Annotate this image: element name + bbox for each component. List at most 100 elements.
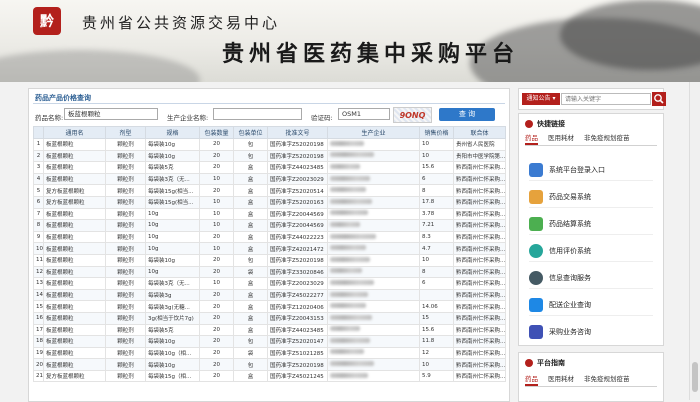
cell-approval: 国药准字Z52020198 (267, 358, 328, 371)
link-info-query[interactable]: 信息查询服务 (529, 268, 653, 289)
cell-unit: 包 (233, 138, 268, 151)
drug-name-input[interactable]: 板蓝根颗粒 (64, 108, 158, 120)
table-row[interactable]: 5 复方板蓝根颗粒 颗粒剂 每袋装15g(相当... 20 盒国药准字Z52020514 8… (33, 184, 506, 197)
redacted-text (330, 349, 364, 355)
redacted-text (330, 163, 360, 169)
cell-form: 颗粒剂 (105, 242, 146, 255)
cell-name: 板蓝根颗粒 (43, 219, 106, 232)
link-system-login[interactable]: 系统平台登录入口 (529, 160, 653, 181)
cell-union: 黔西南州仁怀采购... (453, 219, 506, 232)
cell-union: 黔西南州仁怀采购... (453, 346, 506, 360)
table-row[interactable]: 17 板蓝根颗粒 颗粒剂 每袋装5克 20 盒国药准字Z44023485 15.6 黔西南州仁… (33, 323, 506, 337)
cell-price: 8 (419, 184, 454, 197)
cell-form: 颗粒剂 (105, 207, 146, 221)
cell-spec: 每袋装15g（相... (145, 369, 200, 383)
tab-medical-consumables[interactable]: 医用耗材 (548, 132, 574, 145)
cell-qty: 20 (199, 161, 234, 174)
cell-name: 复方板蓝根颗粒 (43, 195, 106, 209)
redacted-company-cell (327, 207, 420, 221)
cell-name: 板蓝根颗粒 (43, 323, 106, 337)
table-row[interactable]: 19 板蓝根颗粒 颗粒剂 每袋装10g（相... 20 袋国药准字Z51021285 12 黔… (33, 346, 506, 360)
tab-medical-consumables[interactable]: 医用耗材 (548, 373, 574, 386)
link-drug-trading[interactable]: 药品交易系统 (529, 187, 653, 208)
price-table: 通用名 剂型 规格 包装数量 包装单位 批准文号 生产企业 销售价格 联合体 1 板蓝根颗粒 颗粒剂… (33, 126, 506, 383)
cell-approval: 国药准字Z52020198 (267, 253, 328, 267)
cell-union: 黔西南州仁怀采购... (453, 242, 506, 255)
table-row[interactable]: 9 板蓝根颗粒 颗粒剂 10g 20 盒国药准字Z44022223 8.3 黔西南州仁怀采购.… (33, 230, 506, 244)
table-row[interactable]: 20 板蓝根颗粒 颗粒剂 每袋装10g 20 包国药准字Z52020198 10 黔西南州仁怀… (33, 358, 506, 371)
tab-drugs[interactable]: 药品 (525, 132, 538, 145)
cell-n: 2 (33, 149, 44, 163)
cell-spec: 3g(相当于饮片7g) (145, 311, 200, 325)
link-credit-evaluation[interactable]: 信用评价系统 (529, 241, 653, 262)
table-row[interactable]: 21 复方板蓝根颗粒 颗粒剂 每袋装15g（相... 20 盒国药准字Z45021245 5… (33, 369, 506, 383)
cell-form: 颗粒剂 (105, 288, 146, 302)
table-row[interactable]: 12 板蓝根颗粒 颗粒剂 10g 20 袋国药准字Z33020846 8 黔西南州仁怀采购..… (33, 265, 506, 279)
table-row[interactable]: 11 板蓝根颗粒 颗粒剂 每袋装10g 20 包国药准字Z52020198 10 黔西南州仁怀… (33, 253, 506, 267)
company-label: 生产企业名称: (167, 114, 209, 122)
tab-non-immunization-vaccines[interactable]: 非免疫规划疫苗 (584, 373, 630, 386)
link-procurement-consult[interactable]: 采购业务咨询 (529, 322, 653, 342)
company-input[interactable] (213, 108, 302, 120)
redacted-company-cell (327, 277, 420, 290)
cell-price: 6 (419, 277, 454, 290)
table-row[interactable]: 7 板蓝根颗粒 颗粒剂 10g 10 盒国药准字Z20044569 3.78 黔西南州仁怀采购… (33, 207, 506, 221)
link-label: 系统平台登录入口 (549, 166, 605, 174)
cell-unit: 袋 (233, 265, 268, 279)
cell-name: 复方板蓝根颗粒 (43, 369, 106, 383)
redacted-text (330, 140, 364, 146)
link-label: 信息查询服务 (549, 274, 591, 282)
cell-price: 8.3 (419, 230, 454, 244)
redacted-text (330, 291, 368, 297)
cell-unit: 盒 (233, 277, 268, 290)
cell-spec: 每袋装10g (145, 138, 200, 151)
table-row[interactable]: 13 板蓝根颗粒 颗粒剂 每袋装3克（无... 10 盒国药准字Z20023029 6 黔西南… (33, 277, 506, 290)
notice-category-select[interactable]: 通知公告 ▾ (522, 93, 560, 105)
cell-price: 7.21 (419, 219, 454, 232)
scrollbar-thumb[interactable] (692, 362, 698, 392)
table-row[interactable]: 15 板蓝根颗粒 颗粒剂 每袋装3g(无糖... 20 盒国药准字Z12020406 14.… (33, 300, 506, 313)
keyword-search-input[interactable] (561, 93, 651, 105)
cell-qty: 10 (199, 172, 234, 186)
cell-form: 颗粒剂 (105, 253, 146, 267)
divider (33, 103, 505, 104)
cell-n: 14 (33, 288, 44, 302)
table-row[interactable]: 8 板蓝根颗粒 颗粒剂 10g 10 盒国药准字Z20044569 7.21 黔西南州仁怀采购… (33, 219, 506, 232)
link-delivery-company[interactable]: 配送企业查询 (529, 295, 653, 316)
captcha-input[interactable]: OSM1 (338, 108, 390, 120)
table-row[interactable]: 6 复方板蓝根颗粒 颗粒剂 每袋装15g(相当... 10 盒国药准字Z52020163 1… (33, 195, 506, 209)
redacted-company-cell (327, 265, 420, 279)
cell-n: 18 (33, 335, 44, 348)
cell-spec: 10g (145, 207, 200, 221)
table-row[interactable]: 3 板蓝根颗粒 颗粒剂 每袋装5克 20 盒国药准字Z44023485 15.6 黔西南州仁怀… (33, 161, 506, 174)
table-row[interactable]: 18 板蓝根颗粒 颗粒剂 每袋装10g 20 包国药准字Z52020147 11.8 黔西南州… (33, 335, 506, 348)
cell-qty: 20 (199, 184, 234, 197)
cell-spec: 每袋装10g (145, 253, 200, 267)
table-row[interactable]: 14 板蓝根颗粒 颗粒剂 每袋装3g 20 盒国药准字Z45022277 黔西南州仁怀采购.… (33, 288, 506, 302)
link-drug-settlement[interactable]: 药品结算系统 (529, 214, 653, 235)
table-row[interactable]: 16 板蓝根颗粒 颗粒剂 3g(相当于饮片7g) 20 盒国药准字Z20043153 15 黔… (33, 311, 506, 325)
redacted-text (330, 187, 366, 193)
redacted-company-cell (327, 172, 420, 186)
link-label: 采购业务咨询 (549, 328, 591, 336)
captcha-image[interactable]: 9ONQ (393, 107, 432, 123)
cell-union: 贵州省人民医院 (453, 138, 506, 151)
cell-unit: 盒 (233, 195, 268, 209)
table-row[interactable]: 4 板蓝根颗粒 颗粒剂 每袋装3克（无... 10 盒国药准字Z20023029 6 黔西南州… (33, 172, 506, 186)
cell-approval: 国药准字Z51021285 (267, 346, 328, 360)
search-button[interactable] (652, 92, 666, 106)
table-row[interactable]: 10 板蓝根颗粒 颗粒剂 10g 10 盒国药准字Z42021472 4.7 黔西南州仁怀采购… (33, 242, 506, 255)
table-row[interactable]: 1 板蓝根颗粒 颗粒剂 每袋装10g 20 包国药准字Z52020198 10 贵州省人民医院 (33, 138, 506, 151)
cell-name: 板蓝根颗粒 (43, 346, 106, 360)
cell-n: 16 (33, 311, 44, 325)
table-row[interactable]: 2 板蓝根颗粒 颗粒剂 每袋装10g 20 包国药准字Z52020198 10 贵阳市中医学院… (33, 149, 506, 163)
query-button[interactable]: 查 询 (439, 108, 495, 121)
redacted-text (330, 303, 366, 309)
page-scrollbar[interactable] (689, 82, 700, 400)
cell-approval: 国药准字Z44023485 (267, 323, 328, 337)
tab-drugs[interactable]: 药品 (525, 373, 538, 386)
cell-form: 颗粒剂 (105, 172, 146, 186)
tab-non-immunization-vaccines[interactable]: 非免疫规划疫苗 (584, 132, 630, 145)
cell-spec: 每袋装15g(相当... (145, 184, 200, 197)
cell-unit: 袋 (233, 346, 268, 360)
